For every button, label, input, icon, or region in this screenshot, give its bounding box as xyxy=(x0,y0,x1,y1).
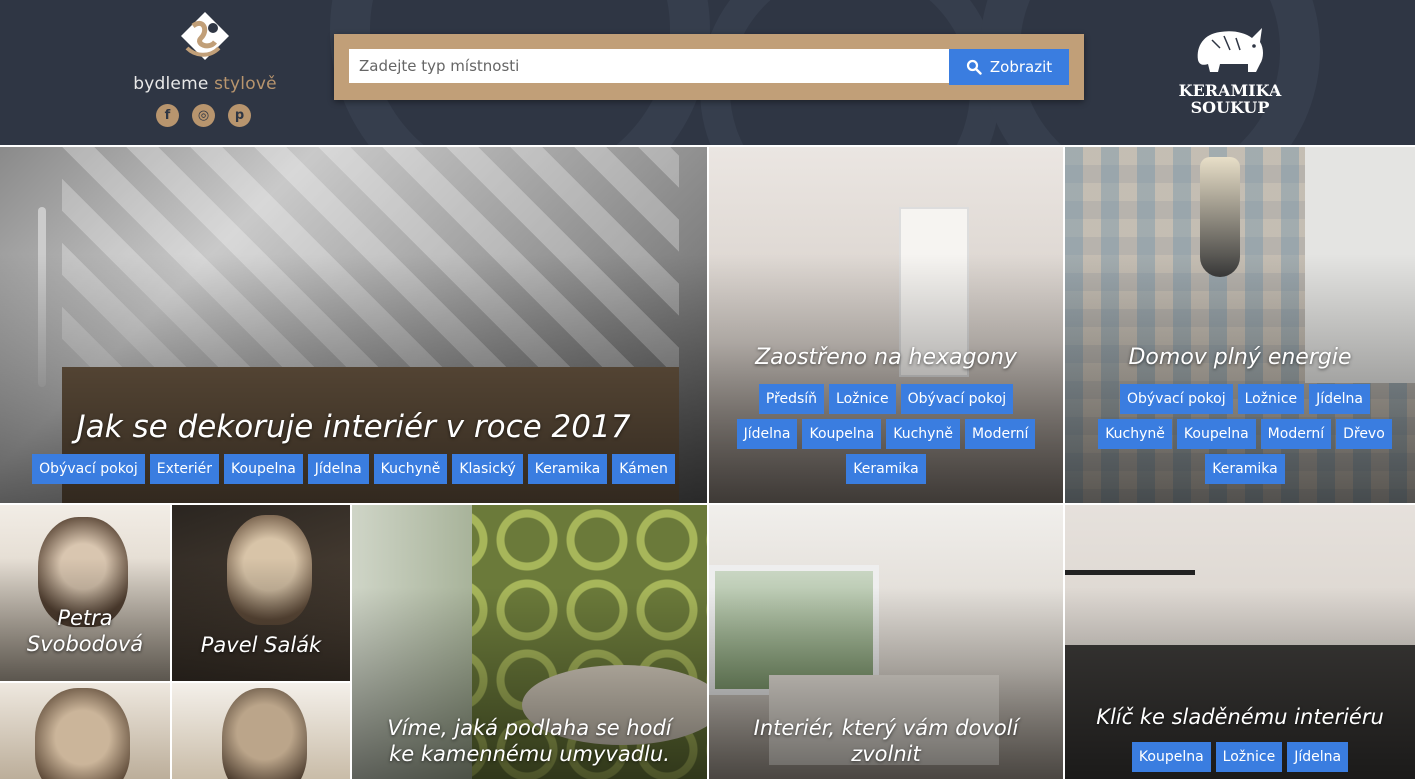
tag[interactable]: Jídelna xyxy=(1287,742,1349,772)
pinterest-icon[interactable]: p xyxy=(228,104,251,127)
tag[interactable]: Ložnice xyxy=(829,384,896,414)
tag[interactable]: Moderní xyxy=(1260,419,1332,449)
tile-title: Zaostřeno na hexagony xyxy=(755,345,1017,370)
tag-list: Obývací pokoj Ložnice Jídelna Kuchyně Ko… xyxy=(1090,384,1400,484)
tag[interactable]: Keramika xyxy=(1205,454,1285,484)
search-panel: Zobrazit xyxy=(334,34,1084,100)
tile-title: Interiér, který vám dovolí zvolnit xyxy=(753,716,1019,766)
search-button-label: Zobrazit xyxy=(989,58,1053,76)
search-icon xyxy=(966,59,982,75)
author-tile[interactable] xyxy=(0,683,170,779)
tag[interactable]: Předsíň xyxy=(758,384,825,414)
tag[interactable]: Obývací pokoj xyxy=(32,454,145,484)
tile-title: Jak se dekoruje interiér v roce 2017 xyxy=(76,409,631,445)
logo-word-1: bydleme xyxy=(133,74,209,94)
tag[interactable]: Kámen xyxy=(612,454,675,484)
tag[interactable]: Koupelna xyxy=(1176,419,1256,449)
logo-word-2: stylově xyxy=(214,74,277,94)
article-tile-interier[interactable]: Interiér, který vám dovolí zvolnit xyxy=(709,505,1063,779)
logo-icon xyxy=(181,12,229,60)
tag[interactable]: Jídelna xyxy=(1309,384,1371,414)
facebook-icon[interactable]: f xyxy=(156,104,179,127)
tile-title: Klíč ke sladěnému interiéru xyxy=(1096,705,1384,729)
instagram-icon[interactable]: ◎ xyxy=(192,104,215,127)
tag[interactable]: Obývací pokoj xyxy=(900,384,1014,414)
article-tile-hexagony[interactable]: Zaostřeno na hexagony Předsíň Ložnice Ob… xyxy=(709,147,1063,503)
tag[interactable]: Moderní xyxy=(964,419,1036,449)
site-header: bydleme stylově f ◎ p Zobrazit KERAMIKA … xyxy=(0,0,1415,145)
tag[interactable]: Ložnice xyxy=(1237,384,1305,414)
tag[interactable]: Koupelna xyxy=(1131,742,1211,772)
tag[interactable]: Obývací pokoj xyxy=(1119,384,1233,414)
tile-image xyxy=(1065,570,1195,575)
tag[interactable]: Klasický xyxy=(452,454,523,484)
tag[interactable]: Jídelna xyxy=(307,454,369,484)
tag[interactable]: Jídelna xyxy=(736,419,798,449)
search-button[interactable]: Zobrazit xyxy=(949,49,1069,85)
site-logo[interactable]: bydleme stylově xyxy=(130,8,280,94)
tag[interactable]: Kuchyně xyxy=(1098,419,1172,449)
tag[interactable]: Ložnice xyxy=(1215,742,1283,772)
tile-title: Domov plný energie xyxy=(1128,345,1352,370)
article-tile-klic[interactable]: Klíč ke sladěnému interiéru Koupelna Lož… xyxy=(1065,505,1415,779)
tag[interactable]: Kuchyně xyxy=(373,454,448,484)
tile-shade xyxy=(172,557,350,681)
social-links: f ◎ p xyxy=(156,104,251,127)
author-photo xyxy=(35,688,130,779)
brand-logo[interactable]: KERAMIKA SOUKUP xyxy=(1170,20,1290,116)
brand-line-2: SOUKUP xyxy=(1190,98,1270,117)
tag-list: Obývací pokoj Exteriér Koupelna Jídelna … xyxy=(10,454,697,484)
author-tile[interactable]: Pavel Salák xyxy=(172,505,350,681)
article-tile-energie[interactable]: Domov plný energie Obývací pokoj Ložnice… xyxy=(1065,147,1415,503)
tag[interactable]: Dřevo xyxy=(1336,419,1392,449)
author-name: Pavel Salák xyxy=(200,633,322,657)
article-tile-main[interactable]: Jak se dekoruje interiér v roce 2017 Obý… xyxy=(0,147,707,503)
tag[interactable]: Kuchyně xyxy=(886,419,960,449)
author-tile[interactable] xyxy=(172,683,350,779)
tag[interactable]: Exteriér xyxy=(149,454,220,484)
tag-list: Předsíň Ložnice Obývací pokoj Jídelna Ko… xyxy=(729,384,1043,484)
tag[interactable]: Keramika xyxy=(527,454,608,484)
author-photo xyxy=(222,688,307,779)
tag-list: Koupelna Ložnice Jídelna xyxy=(1075,742,1405,772)
author-name: Petra Svobodová xyxy=(26,606,144,656)
brand-line-1: KERAMIKA xyxy=(1178,81,1282,100)
logo-text: bydleme stylově xyxy=(130,74,280,94)
tile-title: Víme, jaká podlaha se hodí ke kamennému … xyxy=(387,716,672,766)
tag[interactable]: Koupelna xyxy=(802,419,882,449)
article-tile-podlaha[interactable]: Víme, jaká podlaha se hodí ke kamennému … xyxy=(352,505,707,779)
tag[interactable]: Koupelna xyxy=(224,454,303,484)
author-tile[interactable]: Petra Svobodová xyxy=(0,505,170,681)
search-input[interactable] xyxy=(349,49,949,83)
tag[interactable]: Keramika xyxy=(846,454,926,484)
rhino-icon xyxy=(1197,28,1263,72)
